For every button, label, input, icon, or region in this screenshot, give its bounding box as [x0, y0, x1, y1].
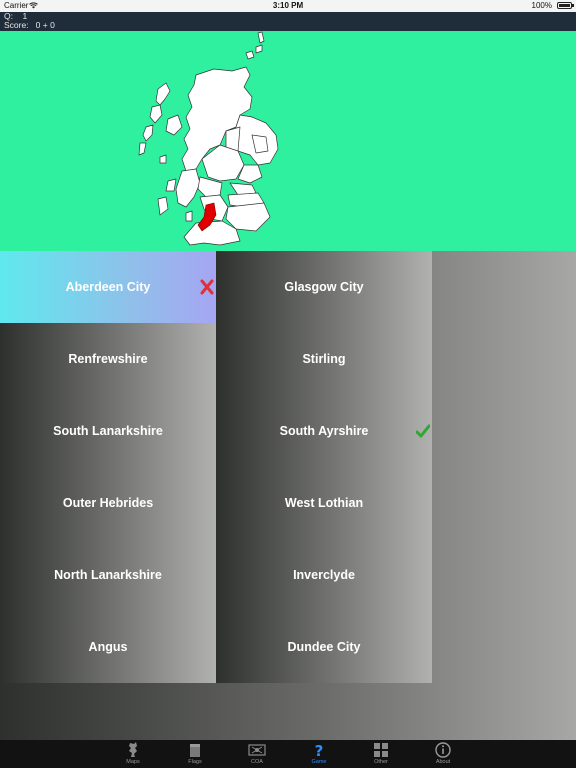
answer-label: Outer Hebrides — [62, 496, 154, 510]
answer-button-west-lothian[interactable]: West Lothian — [216, 467, 432, 539]
battery-icon — [557, 2, 574, 9]
answer-grid: Aberdeen City Glasgow City Renfrewshire … — [0, 251, 432, 683]
tab-maps[interactable]: Maps — [102, 740, 164, 768]
answer-label: North Lanarkshire — [54, 568, 162, 582]
answer-button-stirling[interactable]: Stirling — [216, 323, 432, 395]
score-value: 0 + 0 — [35, 20, 55, 30]
tab-game[interactable]: ? Game — [288, 740, 350, 768]
answer-label: Angus — [88, 640, 128, 654]
status-bar: Carrier 3:10 PM 100% — [0, 0, 576, 12]
tab-coa[interactable]: COA — [226, 740, 288, 768]
answer-button-angus[interactable]: Angus — [0, 611, 216, 683]
answer-button-south-ayrshire[interactable]: South Ayrshire — [216, 395, 432, 467]
answer-label: Dundee City — [287, 640, 361, 654]
answer-button-south-lanarkshire[interactable]: South Lanarkshire — [0, 395, 216, 467]
tab-about[interactable]: About — [412, 740, 474, 768]
answer-button-dundee-city[interactable]: Dundee City — [216, 611, 432, 683]
answer-button-north-lanarkshire[interactable]: North Lanarkshire — [0, 539, 216, 611]
score-label: Score: — [4, 20, 29, 30]
answer-label: Aberdeen City — [65, 280, 151, 294]
score-panel: Q: 1 Score: 0 + 0 — [0, 12, 576, 31]
answer-label: Glasgow City — [284, 280, 364, 294]
grid-icon — [374, 743, 388, 757]
map-icon — [129, 742, 137, 757]
answer-button-renfrewshire[interactable]: Renfrewshire — [0, 323, 216, 395]
flag-icon — [190, 744, 200, 757]
answer-label: South Lanarkshire — [53, 424, 163, 438]
coat-of-arms-icon — [248, 744, 266, 756]
tab-flags[interactable]: Flags — [164, 740, 226, 768]
answer-button-inverclyde[interactable]: Inverclyde — [216, 539, 432, 611]
answer-label: West Lothian — [284, 496, 364, 510]
tab-bar: Maps Flags COA ? Game Other About — [0, 740, 576, 768]
map-panel — [0, 31, 576, 251]
answer-label: South Ayrshire — [279, 424, 369, 438]
answer-label: Inverclyde — [293, 568, 355, 582]
svg-text:?: ? — [315, 742, 324, 758]
cross-icon — [200, 279, 214, 295]
clock: 3:10 PM — [272, 1, 304, 10]
answer-button-outer-hebrides[interactable]: Outer Hebrides — [0, 467, 216, 539]
answer-label: Renfrewshire — [68, 352, 148, 366]
answer-button-aberdeen-city[interactable]: Aberdeen City — [0, 251, 216, 323]
scotland-map — [138, 31, 279, 246]
answer-button-glasgow-city[interactable]: Glasgow City — [216, 251, 432, 323]
battery-percent: 100% — [531, 1, 552, 10]
answer-label: Stirling — [302, 352, 346, 366]
check-icon — [416, 424, 430, 438]
score-row: Score: 0 + 0 — [4, 21, 55, 30]
tab-other[interactable]: Other — [350, 740, 412, 768]
info-icon — [435, 742, 451, 758]
question-icon: ? — [315, 742, 324, 758]
